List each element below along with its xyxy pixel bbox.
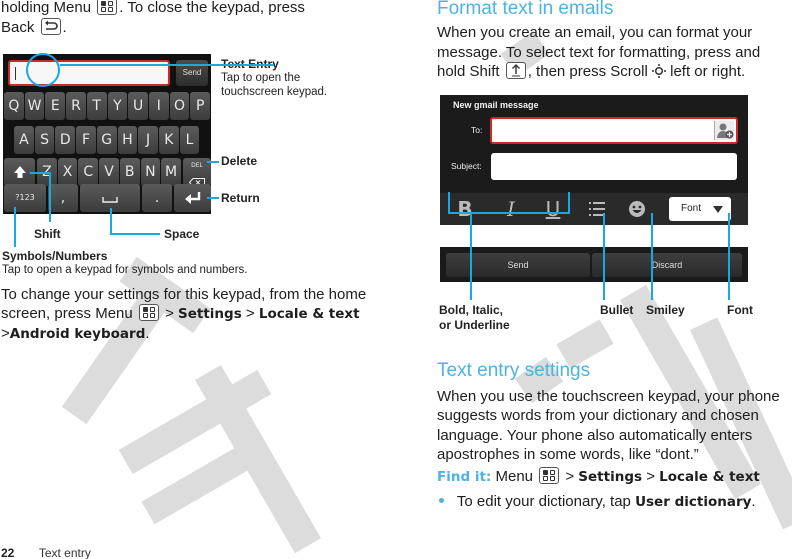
- callout-line-bullet: [603, 213, 605, 300]
- callout-symbols: Symbols/Numbers Tap to open a keypad for…: [2, 249, 248, 276]
- format-paragraph: When you create an email, you can format…: [437, 24, 761, 80]
- key-p[interactable]: P: [190, 92, 211, 120]
- key-s[interactable]: S: [34, 126, 55, 154]
- callout-line-return: [207, 197, 219, 199]
- email-discard-button[interactable]: Discard: [592, 253, 742, 277]
- heading-format-text: Format text in emails: [437, 0, 614, 19]
- italic-button[interactable]: I: [496, 196, 526, 222]
- period-key[interactable]: .: [142, 184, 172, 212]
- callout-return: Return: [221, 191, 260, 205]
- callout-space: Space: [164, 227, 200, 241]
- menu-key-icon: [97, 0, 118, 15]
- email-compose-screenshot: New gmail message To: Subject: B I U Fon…: [440, 95, 748, 282]
- callout-line-font: [728, 213, 730, 300]
- dropdown-arrow-icon: [713, 206, 723, 213]
- key-n[interactable]: N: [140, 158, 161, 186]
- key-k[interactable]: K: [158, 126, 179, 154]
- callout-line-text-entry: [60, 64, 274, 66]
- subject-field[interactable]: [491, 153, 737, 180]
- section-name: Text entry: [38, 546, 91, 559]
- key-m[interactable]: M: [161, 158, 181, 186]
- subject-label: Subject:: [451, 161, 482, 171]
- callout-line-shift-h: [30, 172, 51, 174]
- smiley-icon: [629, 201, 645, 217]
- to-label: To:: [471, 125, 483, 135]
- page-footer: 22 Text entry: [1, 544, 91, 559]
- message-body-field[interactable]: [440, 225, 748, 247]
- callout-delete: Delete: [221, 154, 258, 168]
- callout-line-space-v: [110, 208, 112, 235]
- callout-line-smiley: [651, 213, 653, 300]
- email-title: New gmail message: [453, 100, 539, 110]
- key-x[interactable]: X: [57, 158, 78, 186]
- scroll-icon: [651, 64, 666, 78]
- find-it-label: Find it:: [437, 469, 492, 485]
- shift-key-icon: [505, 62, 526, 79]
- back-key-icon: [40, 18, 61, 35]
- key-w[interactable]: W: [24, 92, 45, 120]
- callout-bullet: Bullet: [600, 303, 634, 317]
- heading-text-entry-settings: Text entry settings: [437, 360, 591, 381]
- key-u[interactable]: U: [128, 92, 148, 120]
- intro-paragraph: holding Menu . To close the keypad, pres…: [1, 0, 305, 36]
- callout-line-symbols: [14, 207, 16, 247]
- key-e[interactable]: E: [45, 92, 66, 120]
- comma-key[interactable]: ,: [48, 184, 78, 212]
- menu-key-icon: [539, 467, 560, 484]
- symbols-numbers-key[interactable]: ?123: [4, 184, 46, 212]
- font-dropdown[interactable]: Font: [669, 197, 731, 221]
- underline-button[interactable]: U: [538, 196, 568, 222]
- space-icon: [102, 197, 118, 203]
- callout-line-delete: [207, 161, 219, 163]
- key-b[interactable]: B: [119, 158, 140, 186]
- callout-smiley: Smiley: [646, 303, 685, 317]
- callout-line-space-h: [110, 233, 160, 235]
- email-send-button[interactable]: Send: [446, 253, 590, 277]
- callout-line-biu: [470, 212, 472, 300]
- page-number: 22: [1, 546, 15, 559]
- add-contact-icon[interactable]: [714, 121, 734, 140]
- find-it-line: Find it: Menu > Settings > Locale & text: [437, 467, 760, 485]
- return-key[interactable]: [174, 184, 211, 212]
- key-r[interactable]: R: [66, 92, 86, 120]
- key-h[interactable]: H: [117, 126, 138, 154]
- key-y[interactable]: Y: [107, 92, 128, 120]
- bullet-item-user-dictionary: To edit your dictionary, tap User dictio…: [437, 492, 756, 512]
- to-field[interactable]: [490, 117, 738, 144]
- key-a[interactable]: A: [14, 126, 34, 154]
- key-g[interactable]: G: [96, 126, 117, 154]
- callout-line-biu-bottom: [448, 212, 570, 214]
- key-o[interactable]: O: [169, 92, 190, 120]
- callout-font: Font: [727, 303, 753, 317]
- return-arrow-icon: [184, 192, 200, 204]
- callout-line-shift-v: [49, 172, 51, 222]
- text-entry-highlight-circle: [26, 53, 60, 87]
- key-l[interactable]: L: [179, 126, 200, 154]
- bullet-list-button[interactable]: [585, 196, 609, 225]
- key-i[interactable]: I: [148, 92, 169, 120]
- callout-biu: Bold, Italic, or Underline: [439, 303, 510, 332]
- shift-arrow-icon: [13, 166, 26, 178]
- bullet-dot: [439, 498, 444, 503]
- callout-line-biu-right: [568, 192, 570, 213]
- key-q[interactable]: Q: [4, 92, 24, 120]
- key-v[interactable]: V: [99, 158, 119, 186]
- key-f[interactable]: F: [76, 126, 96, 154]
- key-c[interactable]: C: [78, 158, 99, 186]
- menu-key-icon: [138, 304, 159, 321]
- key-j[interactable]: J: [138, 126, 158, 154]
- callout-shift: Shift: [34, 227, 61, 241]
- bold-button[interactable]: B: [450, 196, 480, 222]
- email-button-bar: Send Discard: [440, 247, 748, 282]
- key-d[interactable]: D: [55, 126, 76, 154]
- text-entry-settings-paragraph: When you use the touchscreen keypad, you…: [437, 388, 780, 463]
- smiley-button[interactable]: [625, 196, 649, 225]
- format-toolbar: B I U Font: [440, 193, 748, 225]
- keypad-settings-paragraph: To change your settings for this keypad,…: [1, 286, 367, 342]
- callout-line-biu-left: [448, 192, 450, 213]
- key-t[interactable]: T: [86, 92, 107, 120]
